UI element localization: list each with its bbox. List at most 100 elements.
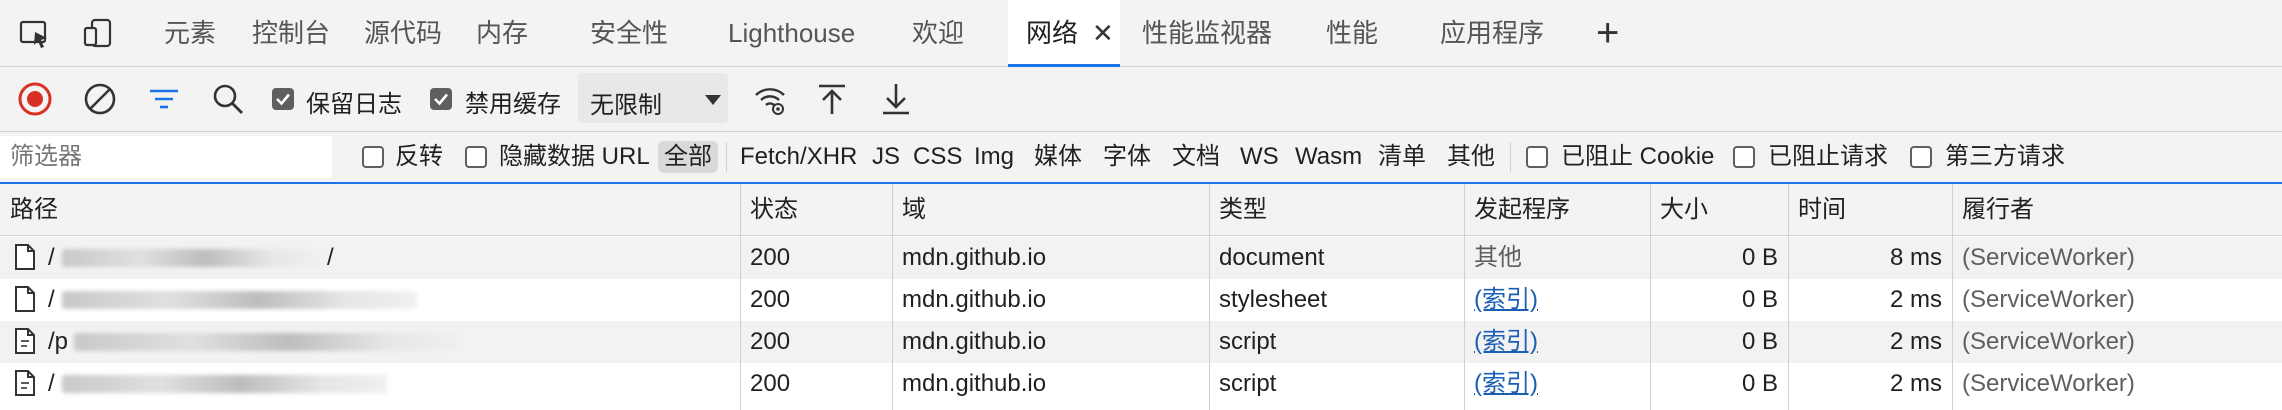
request-size: 0 B [1741,286,1778,313]
tab-network[interactable]: 网络 ✕ [1008,0,1120,67]
divider [1510,142,1511,172]
tab-elements[interactable]: 元素 [164,0,216,66]
column-divider[interactable] [1650,184,1651,410]
tab-console[interactable]: 控制台 [252,0,330,66]
column-divider[interactable] [740,184,741,410]
devtools-tab-bar: 元素 控制台 源代码 内存 安全性 Lighthouse 欢迎 网络 ✕ 性能监… [0,0,2282,67]
tab-application[interactable]: 应用程序 [1440,0,1544,66]
request-time: 2 ms [1889,286,1942,313]
search-icon[interactable] [210,81,246,117]
filter-input[interactable] [0,136,332,178]
column-header-status[interactable]: 状态 [740,184,892,235]
request-type: script [1219,370,1277,397]
third-party-label: 第三方请求 [1945,143,2065,170]
hide-data-url-checkbox[interactable] [465,146,487,168]
tab-lighthouse[interactable]: Lighthouse [728,0,855,66]
record-icon[interactable] [17,81,53,117]
column-header-fulfilled-by[interactable]: 履行者 [1952,184,2282,235]
request-initiator-link[interactable]: (索引) [1464,321,1650,363]
tab-memory[interactable]: 内存 [476,0,528,66]
path-suffix: / [327,244,334,271]
filter-type-img[interactable]: Img [974,141,1014,173]
column-header-size[interactable]: 大小 [1650,184,1788,235]
network-conditions-icon[interactable] [752,81,788,117]
blocked-cookies-label: 已阻止 Cookie [1561,143,1715,170]
filter-type-manifest[interactable]: 清单 [1378,141,1426,173]
request-fulfilled-by: (ServiceWorker) [1962,370,2135,397]
export-har-icon[interactable] [878,81,914,117]
invert-checkbox[interactable] [362,146,384,168]
invert-label: 反转 [395,143,443,170]
disable-cache-label: 禁用缓存 [465,91,561,118]
redacted-path-area [62,375,387,393]
table-row[interactable]: / 200 mdn.github.io stylesheet (索引) 0 B … [0,279,2282,321]
blocked-requests-checkbox[interactable] [1733,146,1755,168]
column-header-path[interactable]: 路径 [0,184,740,235]
column-divider[interactable] [1209,184,1210,410]
filter-type-ws[interactable]: WS [1240,141,1279,173]
request-type: stylesheet [1219,286,1328,313]
request-initiator: 其他 [1474,244,1522,271]
filter-bar: 反转 隐藏数据 URL 全部 Fetch/XHR JS CSS Img 媒体 字… [0,132,2282,184]
third-party-checkbox[interactable] [1910,146,1932,168]
request-status: 200 [750,328,791,355]
column-divider[interactable] [1952,184,1953,410]
add-tab-icon[interactable]: + [1596,0,1619,66]
table-row[interactable]: / / 200 mdn.github.io document 其他 0 B 8 … [0,237,2282,279]
tab-sources[interactable]: 源代码 [364,0,442,66]
filter-type-font[interactable]: 字体 [1103,141,1151,173]
device-emulation-icon[interactable] [82,17,116,51]
column-divider[interactable] [1788,184,1789,410]
filter-type-js[interactable]: JS [872,141,900,173]
script-file-icon [15,328,35,354]
request-time: 2 ms [1889,328,1942,355]
inspect-element-icon[interactable] [18,17,52,51]
filter-type-fetch-xhr[interactable]: Fetch/XHR [740,141,857,173]
filter-type-all[interactable]: 全部 [658,141,718,173]
request-initiator-link[interactable]: (索引) [1464,363,1650,405]
request-status: 200 [750,286,791,313]
tab-performance-monitor[interactable]: 性能监视器 [1142,0,1272,66]
hide-data-url-label: 隐藏数据 URL [499,143,650,170]
clear-icon[interactable] [82,81,118,117]
import-har-icon[interactable] [814,81,850,117]
blocked-requests-label: 已阻止请求 [1768,143,1888,170]
blocked-cookies-checkbox[interactable] [1526,146,1548,168]
column-divider[interactable] [1464,184,1465,410]
request-domain: mdn.github.io [902,328,1047,355]
tab-security[interactable]: 安全性 [590,0,668,66]
filter-type-media[interactable]: 媒体 [1034,141,1082,173]
request-size: 0 B [1741,370,1778,397]
column-divider[interactable] [892,184,893,410]
request-domain: mdn.github.io [902,286,1047,313]
request-size: 0 B [1741,244,1778,271]
column-header-initiator[interactable]: 发起程序 [1464,184,1650,235]
preserve-log-checkbox[interactable] [272,88,294,110]
chevron-down-icon [704,93,722,111]
request-status: 200 [750,244,791,271]
disable-cache-checkbox[interactable] [430,88,452,110]
tab-network-label: 网络 [1026,18,1079,48]
request-type: script [1219,328,1277,355]
document-file-icon [15,286,35,312]
table-row[interactable]: /p 200 mdn.github.io script (索引) 0 B 2 m… [0,321,2282,363]
close-tab-icon[interactable]: ✕ [1092,0,1114,66]
document-file-icon [15,244,35,270]
filter-icon[interactable] [146,81,182,117]
column-header-domain[interactable]: 域 [892,184,1209,235]
column-header-type[interactable]: 类型 [1209,184,1464,235]
request-status: 200 [750,370,791,397]
filter-type-other[interactable]: 其他 [1447,141,1495,173]
column-header-time[interactable]: 时间 [1788,184,1952,235]
tab-welcome[interactable]: 欢迎 [912,0,964,66]
table-row[interactable]: / 200 mdn.github.io script (索引) 0 B 2 ms… [0,363,2282,405]
filter-type-doc[interactable]: 文档 [1172,141,1220,173]
request-initiator-link[interactable]: (索引) [1464,279,1650,321]
tab-performance[interactable]: 性能 [1326,0,1378,66]
filter-type-css[interactable]: CSS [913,141,962,173]
throttling-select[interactable]: 无限制 [578,73,728,123]
script-file-icon [15,370,35,396]
redacted-path-area [74,333,464,351]
preserve-log-label: 保留日志 [306,91,402,118]
filter-type-wasm[interactable]: Wasm [1295,141,1362,173]
